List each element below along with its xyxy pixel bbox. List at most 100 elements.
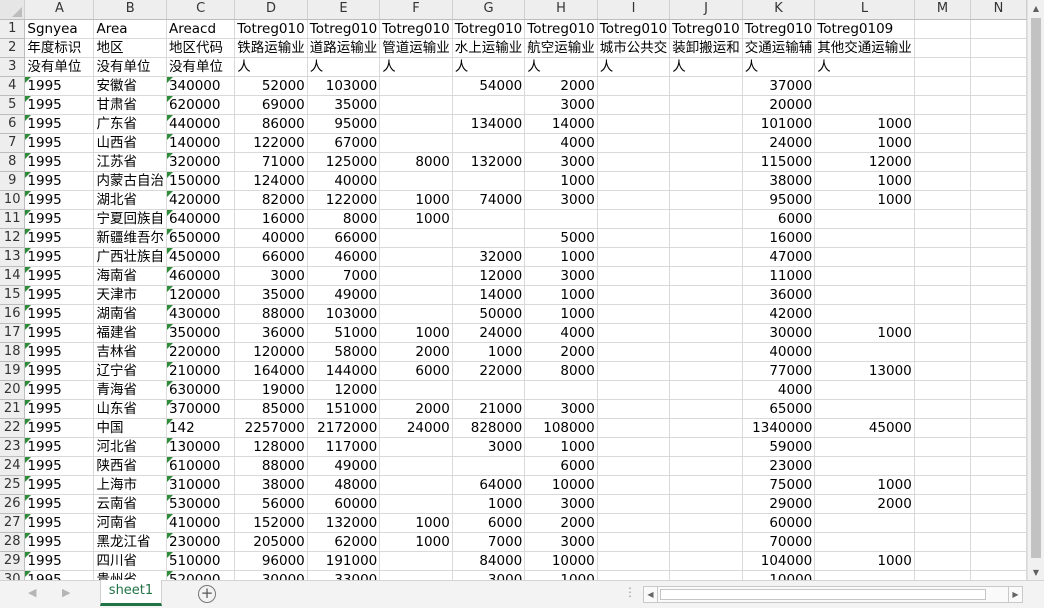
scroll-up-arrow-icon[interactable]: ▲ bbox=[1028, 0, 1044, 16]
cell[interactable] bbox=[379, 95, 453, 115]
cell[interactable]: 人 bbox=[452, 57, 526, 77]
cell[interactable] bbox=[452, 456, 526, 476]
cell[interactable]: 1995 bbox=[24, 437, 95, 457]
cell[interactable]: 甘肃省 bbox=[93, 95, 167, 115]
cell[interactable]: 天津市 bbox=[93, 285, 167, 305]
cell[interactable] bbox=[814, 513, 915, 533]
cell[interactable]: 130000 bbox=[166, 437, 236, 457]
cell[interactable] bbox=[669, 304, 743, 324]
cell[interactable]: 120000 bbox=[234, 342, 308, 362]
cell[interactable] bbox=[914, 19, 972, 39]
cell[interactable]: 1995 bbox=[24, 456, 95, 476]
cell[interactable] bbox=[452, 209, 526, 229]
cell[interactable]: 交通运输辅 bbox=[742, 38, 816, 58]
cell[interactable]: 230000 bbox=[166, 532, 236, 552]
cell[interactable] bbox=[669, 171, 743, 191]
cell[interactable]: Totreg010 bbox=[452, 19, 526, 39]
cell[interactable] bbox=[914, 304, 972, 324]
cell[interactable] bbox=[597, 247, 671, 267]
cell[interactable]: 人 bbox=[234, 57, 308, 77]
cell[interactable] bbox=[970, 551, 1027, 571]
cell[interactable] bbox=[970, 494, 1027, 514]
cell[interactable]: 84000 bbox=[452, 551, 526, 571]
cell[interactable]: 人 bbox=[379, 57, 453, 77]
cell[interactable] bbox=[914, 228, 972, 248]
cell[interactable] bbox=[914, 551, 972, 571]
cell[interactable] bbox=[597, 266, 671, 286]
cell[interactable] bbox=[669, 513, 743, 533]
cell[interactable]: 1000 bbox=[814, 475, 915, 495]
cell[interactable]: 1000 bbox=[814, 190, 915, 210]
cell[interactable]: 广东省 bbox=[93, 114, 167, 134]
cell[interactable]: 贵州省 bbox=[93, 570, 167, 580]
spreadsheet-grid[interactable]: ABCDEFGHIJKLMN 1 Sgnyea Area Areacd Totreg01… bbox=[0, 0, 1027, 580]
cell[interactable]: 210000 bbox=[166, 361, 236, 381]
cell[interactable]: 陕西省 bbox=[93, 456, 167, 476]
cell[interactable]: 320000 bbox=[166, 152, 236, 172]
cell[interactable]: 530000 bbox=[166, 494, 236, 514]
scroll-left-arrow-icon[interactable]: ◀ bbox=[644, 587, 658, 602]
cell[interactable]: 人 bbox=[742, 57, 816, 77]
cell[interactable]: 70000 bbox=[742, 532, 816, 552]
cell[interactable]: 23000 bbox=[742, 456, 816, 476]
cell[interactable] bbox=[970, 399, 1027, 419]
cell[interactable]: 36000 bbox=[742, 285, 816, 305]
cell[interactable]: 道路运输业 bbox=[307, 38, 381, 58]
cell[interactable]: 3000 bbox=[524, 190, 598, 210]
cell[interactable] bbox=[970, 95, 1027, 115]
cell[interactable] bbox=[814, 437, 915, 457]
row-header[interactable]: 4 bbox=[0, 76, 26, 96]
cell[interactable]: 12000 bbox=[452, 266, 526, 286]
cell[interactable]: 82000 bbox=[234, 190, 308, 210]
cell[interactable]: 128000 bbox=[234, 437, 308, 457]
cell[interactable] bbox=[669, 361, 743, 381]
cell[interactable] bbox=[914, 114, 972, 134]
cell[interactable] bbox=[914, 361, 972, 381]
cell[interactable] bbox=[669, 342, 743, 362]
cell[interactable]: 1995 bbox=[24, 532, 95, 552]
cell[interactable]: 56000 bbox=[234, 494, 308, 514]
cell[interactable]: 1000 bbox=[379, 190, 453, 210]
cell[interactable]: 河北省 bbox=[93, 437, 167, 457]
cell[interactable]: 38000 bbox=[742, 171, 816, 191]
row-header[interactable]: 30 bbox=[0, 570, 26, 580]
cell[interactable]: 管道运输业 bbox=[379, 38, 453, 58]
cell[interactable]: 2257000 bbox=[234, 418, 308, 438]
cell[interactable] bbox=[914, 399, 972, 419]
cell[interactable] bbox=[379, 266, 453, 286]
cell[interactable] bbox=[379, 133, 453, 153]
cell[interactable]: 1995 bbox=[24, 551, 95, 571]
row-header[interactable]: 10 bbox=[0, 190, 26, 210]
cell[interactable]: 1995 bbox=[24, 494, 95, 514]
cell[interactable] bbox=[669, 399, 743, 419]
cell[interactable]: 6000 bbox=[524, 456, 598, 476]
cell[interactable] bbox=[914, 532, 972, 552]
cell[interactable]: 59000 bbox=[742, 437, 816, 457]
cell[interactable] bbox=[970, 418, 1027, 438]
cell[interactable] bbox=[669, 133, 743, 153]
row-header[interactable]: 2 bbox=[0, 38, 26, 58]
row-header[interactable]: 16 bbox=[0, 304, 26, 324]
cell[interactable]: 1995 bbox=[24, 133, 95, 153]
cell[interactable]: 410000 bbox=[166, 513, 236, 533]
cell[interactable]: 1995 bbox=[24, 399, 95, 419]
cell[interactable]: 1995 bbox=[24, 114, 95, 134]
cell[interactable]: 510000 bbox=[166, 551, 236, 571]
cell[interactable] bbox=[970, 285, 1027, 305]
cell[interactable]: 1000 bbox=[524, 304, 598, 324]
cell[interactable] bbox=[452, 133, 526, 153]
scroll-down-arrow-icon[interactable]: ▼ bbox=[1028, 564, 1044, 580]
cell[interactable]: 1000 bbox=[814, 323, 915, 343]
cell[interactable] bbox=[379, 551, 453, 571]
cell[interactable]: 520000 bbox=[166, 570, 236, 580]
cell[interactable]: 1000 bbox=[524, 171, 598, 191]
cell[interactable]: Sgnyea bbox=[24, 19, 95, 39]
cell[interactable]: 人 bbox=[669, 57, 743, 77]
cell[interactable] bbox=[597, 494, 671, 514]
cell[interactable] bbox=[970, 247, 1027, 267]
cell[interactable] bbox=[597, 114, 671, 134]
cell[interactable] bbox=[379, 171, 453, 191]
cell[interactable] bbox=[814, 342, 915, 362]
cell[interactable]: 66000 bbox=[234, 247, 308, 267]
cell[interactable]: 30000 bbox=[234, 570, 308, 580]
